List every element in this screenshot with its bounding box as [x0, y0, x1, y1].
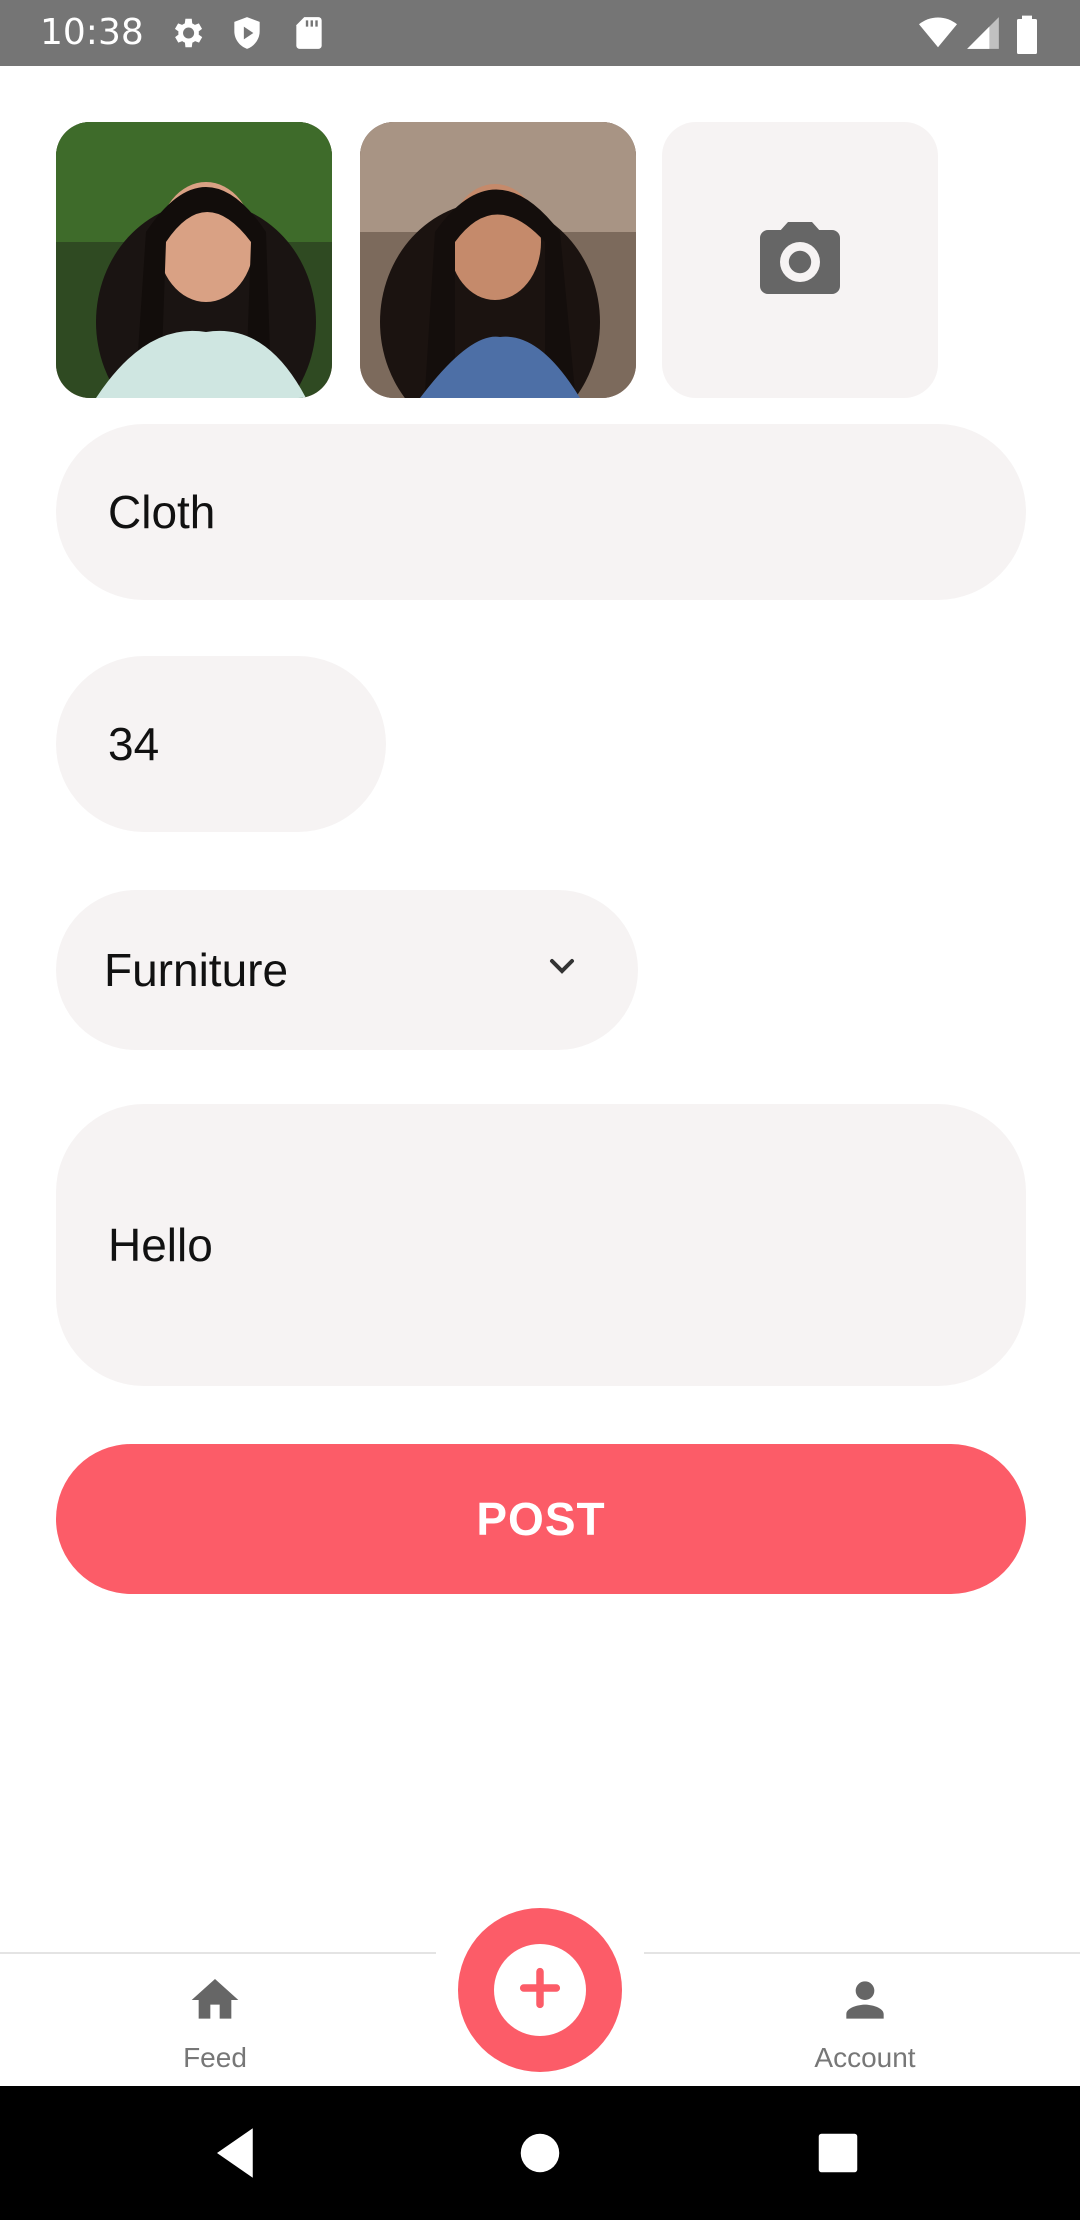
tab-account[interactable]: Account — [765, 1972, 965, 2082]
post-listing-screen: Cloth 34 Furniture Hello POST — [0, 66, 1080, 1952]
price-field[interactable]: 34 — [56, 656, 386, 832]
fab-inner-circle — [494, 1944, 586, 2036]
uploaded-photo-1[interactable] — [56, 122, 332, 398]
home-icon — [187, 1972, 243, 2028]
account-icon — [837, 1972, 893, 2028]
camera-icon — [752, 210, 848, 311]
chevron-down-icon — [542, 943, 582, 997]
back-icon[interactable] — [206, 2120, 272, 2186]
recents-icon[interactable] — [805, 2120, 871, 2186]
tab-account-label: Account — [814, 2042, 916, 2073]
tab-bar-divider — [644, 1952, 1080, 1954]
category-picker-value: Furniture — [104, 944, 289, 996]
shield-icon — [228, 14, 266, 52]
description-field[interactable]: Hello — [56, 1104, 1026, 1386]
gear-icon — [168, 14, 206, 52]
battery-icon — [1014, 14, 1040, 54]
post-button[interactable]: POST — [56, 1444, 1026, 1594]
tab-feed[interactable]: Feed — [115, 1972, 315, 2082]
home-button-icon[interactable] — [507, 2120, 573, 2186]
add-photo-button[interactable] — [662, 122, 938, 398]
status-time: 10:38 — [40, 12, 144, 53]
tab-bar-divider — [0, 1952, 436, 1954]
sd-card-icon — [290, 14, 328, 52]
category-picker[interactable]: Furniture — [56, 890, 638, 1050]
tab-feed-label: Feed — [183, 2042, 247, 2073]
price-field-value: 34 — [108, 718, 160, 770]
system-nav-bar — [0, 2086, 1080, 2220]
title-field[interactable]: Cloth — [56, 424, 1026, 600]
status-bar: 10:38 — [0, 0, 1080, 66]
add-listing-button[interactable] — [458, 1908, 622, 2072]
title-field-value: Cloth — [108, 486, 216, 538]
uploaded-photo-2[interactable] — [360, 122, 636, 398]
signal-icon — [964, 14, 1002, 52]
plus-icon — [512, 1960, 568, 2021]
description-field-value: Hello — [108, 1219, 213, 1271]
wifi-icon — [916, 14, 960, 52]
